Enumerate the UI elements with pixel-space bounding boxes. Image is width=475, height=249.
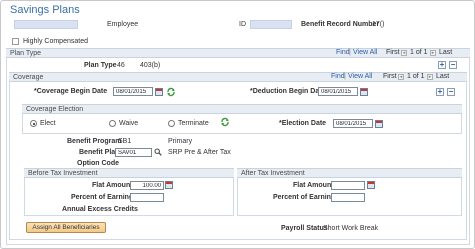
coverage-view-all-link[interactable]: View All [348, 73, 372, 80]
calculator-icon[interactable] [367, 181, 375, 189]
coverage-election-header-title: Coverage Election [26, 106, 84, 113]
waive-radio[interactable] [109, 120, 116, 127]
assign-all-beneficiaries-button[interactable]: Assign All Beneficiaries [26, 222, 106, 233]
highly-compensated-label: Highly Compensated [23, 38, 88, 45]
coverage-range: 1 of 1 [407, 73, 425, 80]
after-tax-header-title: After Tax Investment [241, 170, 305, 177]
plan-type-label: Plan Type [84, 62, 117, 69]
refresh-icon[interactable] [220, 117, 230, 127]
plan-type-find-link[interactable]: Find [336, 49, 350, 56]
calendar-icon[interactable] [360, 88, 368, 96]
after-tax-percent-label: Percent of Earnings [273, 194, 340, 201]
benefit-record-label: Benefit Record Number [301, 21, 380, 28]
election-date-field[interactable] [333, 119, 373, 128]
benefit-plan-label: Benefit Plan [79, 149, 120, 156]
coverage-begin-date-field[interactable] [113, 87, 153, 96]
after-tax-header: After Tax Investment [237, 168, 462, 178]
minus-icon[interactable]: − [447, 88, 455, 96]
before-tax-header: Before Tax Investment [24, 168, 234, 178]
after-tax-percent-field[interactable] [331, 193, 365, 202]
coverage-last-label: Last [436, 73, 450, 80]
calendar-icon[interactable] [155, 88, 163, 96]
annual-excess-credits-label: Annual Excess Credits [62, 206, 138, 213]
before-tax-percent-label: Percent of Earnings [71, 194, 138, 201]
before-tax-header-title: Before Tax Investment [28, 170, 98, 177]
employee-id-redacted [250, 20, 292, 29]
deduction-begin-label: *Deduction Begin Date [250, 88, 326, 95]
magnifier-icon[interactable] [154, 148, 162, 156]
benefit-record-value: 17() [372, 21, 385, 28]
coverage-first-label: First [383, 73, 397, 80]
employee-name-redacted [14, 20, 78, 29]
payroll-status-value: Short Work Break [323, 225, 379, 232]
benefit-plan-field[interactable] [115, 148, 152, 157]
before-tax-flat-label: Flat Amount [92, 182, 133, 189]
deduction-begin-date-field[interactable] [318, 87, 358, 96]
before-tax-flat-amount-field[interactable] [130, 181, 164, 190]
benefit-program-value: SB1 [118, 138, 132, 145]
election-date-label: *Election Date [279, 120, 327, 127]
before-tax-percent-field[interactable] [130, 193, 164, 202]
terminate-radio[interactable] [168, 120, 175, 127]
last-arrow-icon[interactable]: ▸ [427, 74, 433, 80]
last-arrow-icon[interactable]: ▸ [430, 50, 436, 56]
coverage-election-header: Coverage Election [22, 104, 462, 114]
coverage-header-title: Coverage [13, 74, 44, 81]
first-arrow-icon[interactable]: ◂ [401, 50, 407, 56]
benefit-program-desc: Primary [168, 138, 193, 145]
after-tax-flat-label: Flat Amount [293, 182, 334, 189]
calculator-icon[interactable] [165, 181, 173, 189]
plus-icon[interactable]: + [436, 88, 444, 96]
benefit-program-label: Benefit Program [67, 138, 122, 145]
option-code-label: Option Code [77, 160, 119, 167]
plan-type-first-label: First [386, 49, 400, 56]
page-title: Savings Plans [10, 4, 80, 16]
benefit-plan-desc: SRP Pre & After Tax [168, 149, 231, 156]
terminate-label: Terminate [178, 120, 209, 127]
elect-radio[interactable] [30, 120, 37, 127]
plus-icon[interactable]: + [438, 61, 446, 69]
elect-label: Elect [40, 120, 56, 127]
refresh-icon[interactable] [166, 87, 176, 97]
highly-compensated-checkbox[interactable] [12, 38, 19, 45]
minus-icon[interactable]: − [449, 61, 457, 69]
payroll-status-label: Payroll Status [281, 225, 328, 232]
plan-type-header-title: Plan Type [10, 50, 42, 57]
coverage-find-link[interactable]: Find [331, 73, 345, 80]
coverage-begin-label: *Coverage Begin Date [34, 88, 108, 95]
calendar-icon[interactable] [375, 120, 383, 128]
plan-type-view-all-link[interactable]: View All [353, 49, 377, 56]
waive-label: Waive [119, 120, 139, 127]
employee-label: Employee [107, 21, 139, 28]
plan-type-desc: 403(b) [140, 62, 161, 69]
first-arrow-icon[interactable]: ◂ [398, 74, 404, 80]
id-label: ID [239, 21, 246, 28]
plan-type-last-label: Last [439, 49, 453, 56]
after-tax-flat-amount-field[interactable] [331, 181, 365, 190]
plan-type-range: 1 of 1 [410, 49, 428, 56]
plan-type-code: 46 [117, 62, 125, 69]
